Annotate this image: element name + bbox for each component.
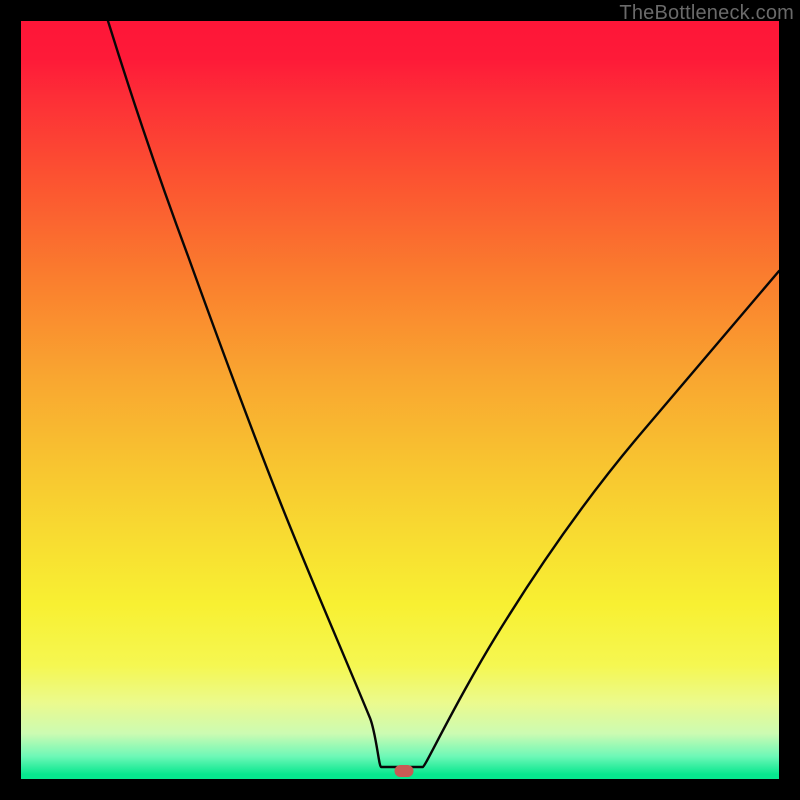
chart-frame: TheBottleneck.com xyxy=(0,0,800,800)
valley-marker xyxy=(395,765,414,777)
plot-area xyxy=(21,21,779,779)
watermark-text: TheBottleneck.com xyxy=(619,2,794,25)
curve-path xyxy=(108,21,779,767)
bottleneck-curve xyxy=(21,21,779,779)
